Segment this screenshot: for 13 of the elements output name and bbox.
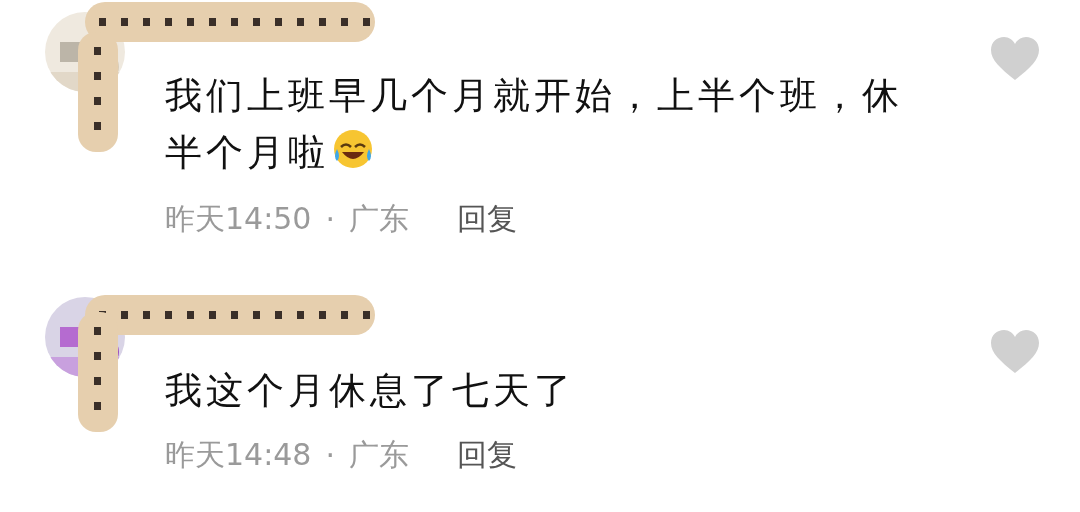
laughing-crying-emoji-icon [331, 127, 375, 171]
heart-icon[interactable] [990, 36, 1040, 82]
separator-dot: · [325, 202, 335, 237]
separator-dot: · [325, 438, 335, 473]
comment-location: 广东 [349, 200, 409, 238]
comment-location: 广东 [349, 436, 409, 474]
comment-text: 我这个月休息了七天了 [165, 368, 576, 414]
heart-icon[interactable] [990, 329, 1040, 375]
comment-text: 我们上班早几个月就开始，上半个班，休半个月啦 [165, 73, 904, 176]
reply-link[interactable]: 回复 [457, 199, 517, 240]
reply-link[interactable]: 回复 [457, 435, 517, 476]
comment-time: 昨天14:48 [165, 436, 312, 474]
comment-time: 昨天14:50 [165, 200, 312, 238]
